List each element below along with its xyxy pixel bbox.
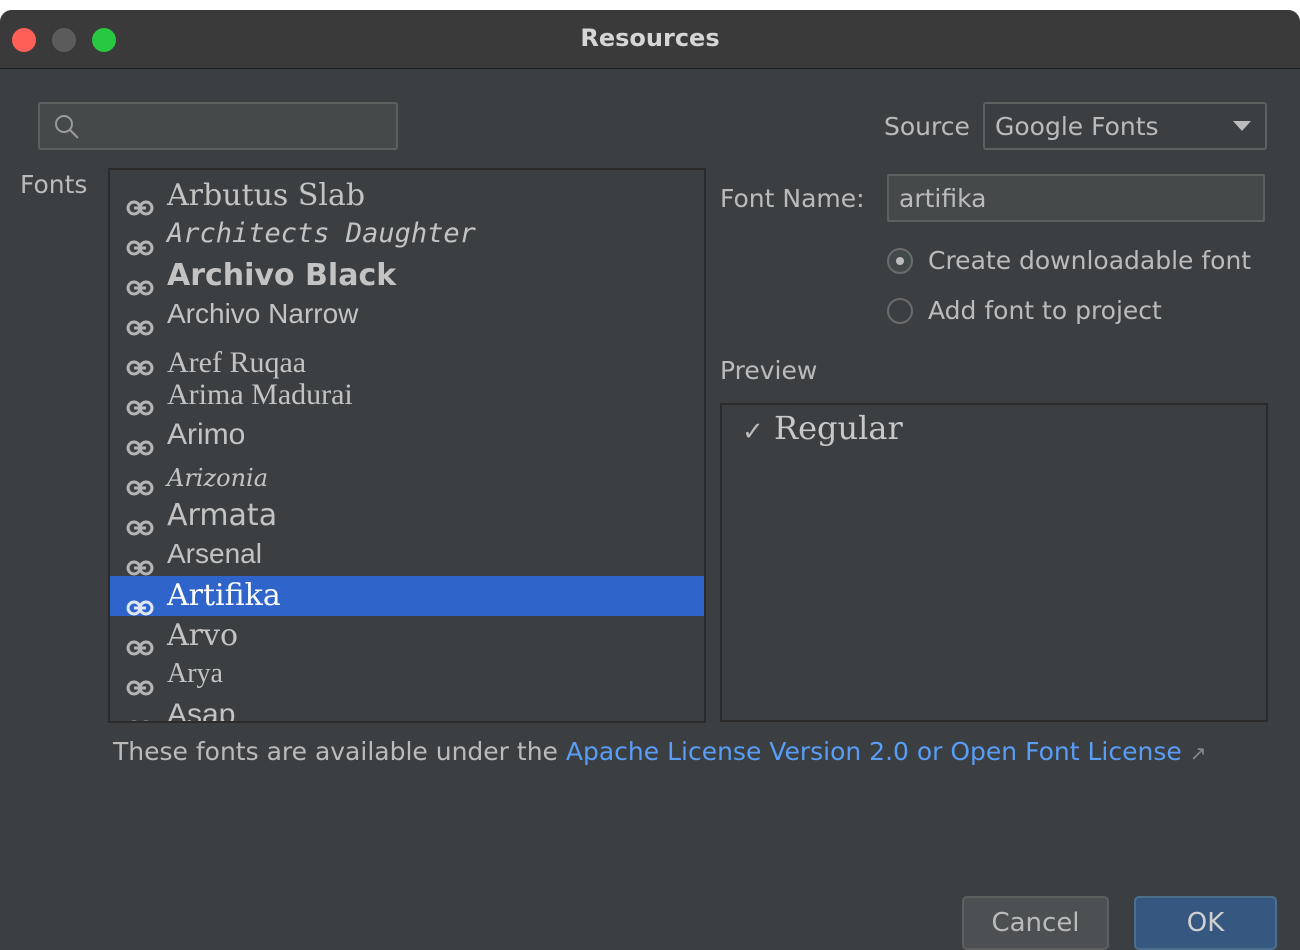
license-text: These fonts are available under the Apac… — [113, 737, 1206, 766]
font-name-label: Font Name: — [720, 184, 865, 213]
preview-style-regular: Regular — [774, 409, 903, 447]
font-name: Arima Madurai — [167, 378, 353, 411]
font-name: Archivo Narrow — [167, 298, 359, 329]
font-list-item[interactable]: Archivo Narrow — [110, 296, 704, 336]
external-link-icon: ↗ — [1189, 741, 1207, 765]
font-list-item[interactable]: Arbutus Slab — [110, 176, 704, 216]
preview-panel: ✓ Regular — [720, 403, 1268, 722]
license-link[interactable]: Apache License Version 2.0 or Open Font … — [566, 737, 1182, 766]
font-name: Arvo — [167, 618, 239, 653]
font-name: Aref Ruqaa — [167, 346, 307, 379]
title-bar: Resources — [0, 10, 1300, 69]
fonts-label: Fonts — [20, 170, 88, 199]
add-to-project-radio[interactable] — [887, 298, 913, 324]
font-list-item[interactable]: Arima Madurai — [110, 376, 704, 416]
font-name: Asap — [167, 698, 236, 723]
link-icon — [126, 709, 154, 721]
create-downloadable-label[interactable]: Create downloadable font — [928, 246, 1251, 275]
font-name: Arya — [167, 658, 223, 689]
source-dropdown[interactable]: Google Fonts — [983, 102, 1267, 150]
font-name: Archivo Black — [167, 258, 397, 293]
dropdown-caret-icon — [1233, 118, 1251, 137]
resources-dialog: Resources Source Google Fonts Fonts Arbu… — [0, 10, 1300, 950]
font-name: Artifika — [167, 578, 281, 613]
font-name: Arimo — [167, 418, 246, 451]
source-selected-value: Google Fonts — [995, 112, 1159, 141]
font-name: Arsenal — [167, 538, 262, 569]
font-list-item[interactable]: Aref Ruqaa — [110, 336, 704, 379]
preview-label: Preview — [720, 356, 818, 385]
font-list-item[interactable]: Arizonia — [110, 456, 704, 496]
font-list-item[interactable]: Armata — [110, 496, 704, 536]
font-list-item[interactable]: Archivo Black — [110, 256, 704, 296]
add-to-project-label[interactable]: Add font to project — [928, 296, 1162, 325]
checkmark-icon: ✓ — [742, 417, 764, 447]
font-name: Arizonia — [167, 464, 269, 492]
font-list-item-selected[interactable]: Artifika — [110, 576, 704, 616]
ok-button[interactable]: OK — [1134, 896, 1277, 950]
font-list[interactable]: Arbutus Slab Architects Daughter Archivo… — [108, 168, 706, 723]
create-downloadable-radio[interactable] — [887, 248, 913, 274]
license-prefix: These fonts are available under the — [113, 737, 566, 766]
font-name: Arbutus Slab — [167, 178, 366, 213]
window-title: Resources — [580, 24, 720, 52]
font-list-item[interactable]: Arsenal — [110, 536, 704, 576]
search-icon — [54, 114, 80, 144]
cancel-button[interactable]: Cancel — [962, 896, 1109, 950]
font-list-item[interactable]: Asap — [110, 696, 704, 723]
font-list-item[interactable]: Arimo — [110, 416, 704, 456]
font-name-input[interactable] — [889, 176, 1259, 220]
radio-selected-dot — [896, 257, 904, 265]
font-list-item[interactable]: Arvo — [110, 616, 704, 656]
font-name: Armata — [167, 498, 278, 533]
font-name: Architects Daughter — [167, 218, 476, 249]
font-name-field[interactable] — [887, 174, 1265, 222]
font-list-item[interactable]: Architects Daughter — [110, 216, 704, 256]
source-label: Source — [884, 112, 970, 141]
search-field[interactable] — [38, 102, 398, 150]
font-list-item[interactable]: Arya — [110, 656, 704, 696]
